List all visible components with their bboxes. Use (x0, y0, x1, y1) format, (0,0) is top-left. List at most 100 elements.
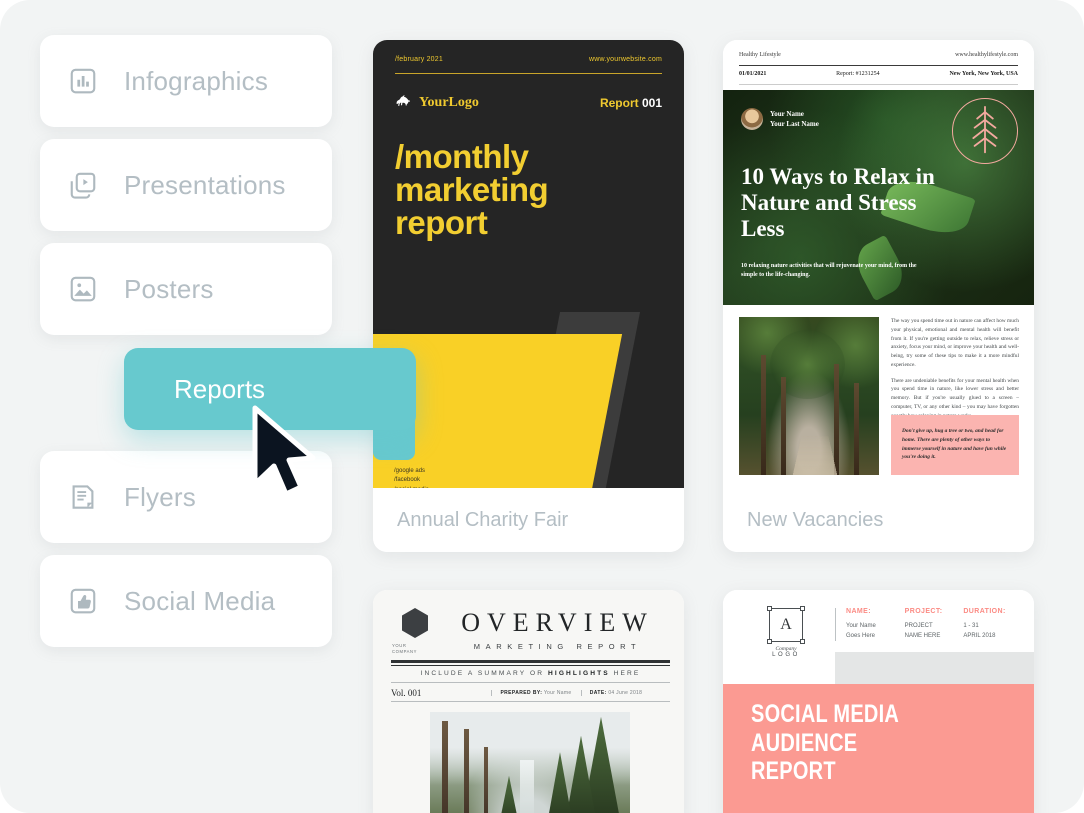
preview-topbar: Healthy Lifestyle www.healthylifestyle.c… (739, 52, 1018, 58)
logo-frame-icon: A (767, 606, 805, 644)
sidebar-item-label: Flyers (124, 481, 196, 512)
preview-subtitle: MARKETING REPORT (473, 642, 642, 651)
date-value: 04 June 2018 (606, 690, 643, 696)
hexagon-icon (402, 608, 428, 638)
preview-subhead: 10 relaxing nature activities that will … (741, 263, 917, 278)
divider (739, 84, 1018, 85)
pull-quote-text: Don't give up, hug a tree or two, and he… (902, 428, 1007, 461)
prepared-by-value: Your Name (542, 690, 572, 696)
sidebar-item-label: Social Media (124, 585, 276, 616)
divider (395, 73, 662, 74)
date-label: DATE: (589, 690, 607, 696)
brand-name: Healthy Lifestyle (739, 52, 781, 58)
template-card-social-media-audience-report[interactable]: A Company LOGO NAME: Your Name Goes Here… (723, 590, 1034, 813)
template-caption: New Vacancies (723, 488, 1034, 552)
image-icon (66, 272, 100, 306)
thumbs-up-icon (66, 584, 100, 618)
report-number: Report 001 (600, 96, 662, 110)
preview-website: www.healthylifestyle.com (955, 52, 1018, 58)
sidebar-item-label: Presentations (124, 169, 286, 200)
divider (739, 65, 1018, 66)
preview-title: OVERVIEW (461, 608, 654, 637)
prepared-by-field: PREPARED BY: Your Name (491, 690, 580, 696)
report-value: 001 (641, 95, 662, 110)
preview-summary-line: INCLUDE A SUMMARY OR HIGHLIGHTS HERE (391, 670, 670, 677)
company-label: YOUR COMPANY (392, 643, 418, 655)
field-header: NAME: (846, 608, 871, 615)
template-preview: A Company LOGO NAME: Your Name Goes Here… (723, 590, 1034, 813)
list-item: /google ads (394, 468, 426, 474)
date-field: DATE: 04 June 2018 (580, 690, 670, 696)
template-picker-screen: Infographics Presentations Posters Flyer… (0, 0, 1084, 813)
company-logo: A Company LOGO (753, 606, 819, 658)
field-header: PROJECT: (904, 608, 943, 615)
field-header: DURATION: (963, 608, 1006, 615)
company-mark: YOUR COMPANY (391, 608, 439, 656)
sidebar-item-posters[interactable]: Posters (40, 243, 332, 335)
logo-text: YourLogo (419, 94, 479, 110)
body-paragraph: The way you spend time out in nature can… (891, 318, 1019, 368)
author-first-name: Your Name (770, 109, 804, 118)
sidebar-item-social-media[interactable]: Social Media (40, 555, 332, 647)
preview-info-columns: NAME: Your Name Goes Here PROJECT: PROJE… (835, 608, 1022, 642)
horse-icon (395, 93, 413, 112)
sidebar-item-reports[interactable]: Reports (124, 348, 416, 430)
preview-link-list: /google ads /facebook /social media /ema… (394, 467, 429, 488)
document-icon (66, 480, 100, 514)
template-card-overview[interactable]: YOUR COMPANY OVERVIEW MARKETING REPORT I… (373, 590, 684, 813)
presentation-icon (66, 168, 100, 202)
template-preview: /february 2021 www.yourwebsite.com YourL… (373, 40, 684, 488)
hero-image: Your Name Your Last Name 10 Ways to Rela… (723, 90, 1034, 305)
brand-logo: YourLogo (395, 93, 479, 112)
field-value: PROJECT NAME HERE (904, 623, 941, 639)
divider (391, 682, 670, 683)
info-field-duration: DURATION: 1 - 31 APRIL 2018 (963, 608, 1022, 641)
sidebar-item-label: Infographics (124, 65, 269, 96)
tree-badge (952, 98, 1018, 164)
preview-title: SOCIAL MEDIA AUDIENCE REPORT (751, 700, 900, 785)
preview-location: New York, New York, USA (949, 71, 1018, 77)
sidebar-item-flyers[interactable]: Flyers (40, 451, 332, 543)
pine-tree-icon (963, 103, 1007, 160)
preview-header: /february 2021 www.yourwebsite.com (395, 56, 662, 63)
preview-title: /monthly marketing report (395, 138, 549, 241)
info-field-project: PROJECT: PROJECT NAME HERE (905, 608, 964, 641)
logo-word-text: LOGO (772, 652, 800, 658)
preview-body-text: The way you spend time out in nature can… (891, 317, 1019, 427)
template-card-annual-charity-fair[interactable]: /february 2021 www.yourwebsite.com YourL… (373, 40, 684, 552)
category-sidebar: Infographics Presentations Posters Flyer… (40, 35, 332, 659)
template-preview: YOUR COMPANY OVERVIEW MARKETING REPORT I… (373, 590, 684, 813)
sidebar-item-label: Posters (124, 273, 214, 304)
summary-prefix: INCLUDE A SUMMARY OR (420, 670, 549, 677)
pull-quote-box: Don't give up, hug a tree or two, and he… (891, 415, 1019, 475)
forest-waterfall-photo (430, 712, 630, 813)
sidebar-item-infographics[interactable]: Infographics (40, 35, 332, 127)
preview-website: www.yourwebsite.com (588, 56, 662, 63)
sidebar-item-presentations[interactable]: Presentations (40, 139, 332, 231)
chart-bar-icon (66, 64, 100, 98)
template-card-new-vacancies[interactable]: Healthy Lifestyle www.healthylifestyle.c… (723, 40, 1034, 552)
author-name: Your Name Your Last Name (770, 109, 819, 129)
preview-meta-row: Vol. 001 PREPARED BY: Your Name DATE: 04… (391, 685, 670, 701)
list-item: /facebook (394, 477, 421, 484)
summary-suffix: HERE (609, 670, 641, 677)
report-reference: Report: #1231254 (836, 71, 880, 77)
preview-date: 01/01/2021 (739, 71, 767, 77)
template-caption: Annual Charity Fair (373, 488, 684, 552)
field-value: Your Name Goes Here (846, 623, 876, 639)
title-banner: SOCIAL MEDIA AUDIENCE REPORT (723, 684, 1034, 813)
sidebar-item-label: Reports (174, 373, 266, 404)
avatar (741, 108, 763, 130)
preview-date: /february 2021 (395, 56, 443, 63)
decor-gray-band (835, 652, 1034, 684)
summary-highlight: HIGHLIGHTS (548, 670, 610, 677)
prepared-by-label: PREPARED BY: (500, 690, 543, 696)
info-field-name: NAME: Your Name Goes Here (846, 608, 905, 641)
preview-headline: 10 Ways to Relax in Nature and Stress Le… (741, 164, 935, 241)
report-label: Report (599, 95, 639, 110)
preview-metabar: 01/01/2021 Report: #1231254 New York, Ne… (739, 71, 1018, 77)
template-preview: Healthy Lifestyle www.healthylifestyle.c… (723, 40, 1034, 488)
author-last-name: Your Last Name (770, 120, 819, 128)
body-paragraph: There are undeniable benefits for your m… (891, 377, 1019, 419)
logo-letter: A (780, 616, 792, 633)
